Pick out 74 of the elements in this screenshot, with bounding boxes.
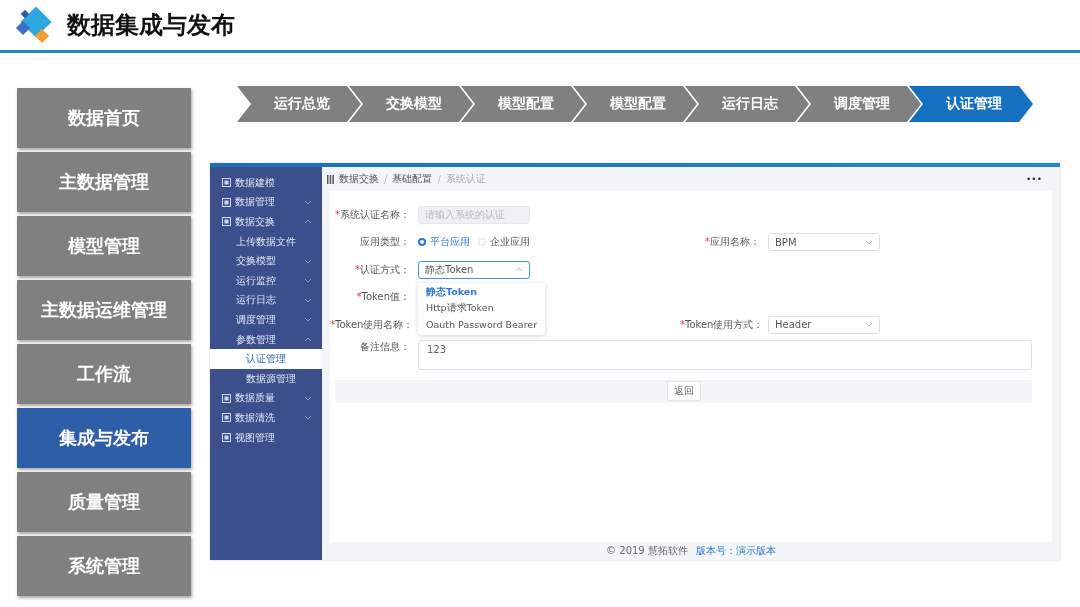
chevron-icon <box>304 395 312 401</box>
sidebar-item[interactable]: 运行日志 <box>210 290 322 311</box>
chevron-icon <box>304 199 312 205</box>
nav-button[interactable]: 工作流 <box>17 344 191 404</box>
textarea-field[interactable]: 123 <box>418 339 1032 370</box>
chevron-icon <box>304 297 312 303</box>
dropdown-option[interactable]: Oauth Password Bearer <box>418 316 538 333</box>
radio-option[interactable]: 企业应用 <box>478 235 530 249</box>
slide-title: 数据集成与发布 <box>67 10 235 41</box>
version-text: 版本号：演示版本 <box>695 544 776 558</box>
caret-icon <box>865 239 873 245</box>
sidebar-item[interactable]: 运行监控 <box>210 270 322 291</box>
menu-icon <box>222 413 231 423</box>
select-field[interactable]: BPM <box>768 233 880 251</box>
field-label: *认证方式： <box>354 262 410 277</box>
breadcrumb-item[interactable]: 数据交换 <box>339 172 379 186</box>
process-step[interactable]: 交换模型 <box>349 86 473 122</box>
process-step[interactable]: 运行日志 <box>685 86 809 122</box>
back-button[interactable]: 返回 <box>666 381 701 401</box>
caret-icon <box>865 322 873 327</box>
caret-icon <box>515 267 523 272</box>
field-label: 备注信息： <box>359 339 410 354</box>
chevron-icon <box>304 219 312 225</box>
sidebar-item[interactable]: 数据建模 <box>210 173 322 193</box>
process-step[interactable]: 模型配置 <box>573 86 697 122</box>
process-step[interactable]: 运行总览 <box>237 86 361 122</box>
menu-icon <box>222 197 231 207</box>
sidebar-item[interactable]: 数据交换 <box>210 212 322 232</box>
field-label: *应用名称： <box>704 235 760 249</box>
chevron-icon <box>304 415 312 421</box>
breadcrumb-item[interactable]: 基础配置 <box>392 172 433 186</box>
select-field[interactable]: Header <box>768 315 880 334</box>
more-button[interactable]: ••• <box>1026 174 1042 184</box>
nav-button[interactable]: 集成与发布 <box>17 408 191 468</box>
copyright-text: © 2019 慧拓软件 <box>606 544 688 558</box>
sidebar-item[interactable]: 上传数据文件 <box>210 231 322 252</box>
process-step[interactable]: 模型配置 <box>461 86 585 122</box>
field-label: *Token使用方式： <box>680 317 760 332</box>
select-field[interactable]: 静态Token <box>418 260 530 279</box>
menu-icon <box>222 178 231 188</box>
process-step[interactable]: 调度管理 <box>797 86 921 122</box>
field-label: *Token使用名称： <box>330 317 410 332</box>
breadcrumb-separator: / <box>437 173 441 185</box>
sidebar-item[interactable]: 数据源管理 <box>210 368 322 389</box>
field-label: 应用类型： <box>359 235 410 249</box>
nav-button[interactable]: 数据首页 <box>17 88 191 148</box>
sidebar-item[interactable]: 调度管理 <box>210 310 322 330</box>
sidebar-item[interactable]: 视图管理 <box>210 427 322 448</box>
breadcrumb-separator: / <box>384 173 388 185</box>
sidebar-item[interactable]: 交换模型 <box>210 251 322 271</box>
menu-icon <box>222 393 231 403</box>
sidebar-item[interactable]: 认证管理 <box>210 349 322 369</box>
radio-option[interactable]: 平台应用 <box>418 235 470 249</box>
sidebar-item[interactable]: 参数管理 <box>210 329 322 350</box>
menu-icon <box>222 217 231 227</box>
menu-icon[interactable] <box>327 174 334 184</box>
nav-button[interactable]: 质量管理 <box>17 472 191 532</box>
dropdown-option[interactable]: Http请求Token <box>418 300 494 317</box>
chevron-icon <box>304 337 312 343</box>
chevron-icon <box>304 258 312 264</box>
sidebar-item[interactable]: 数据清洗 <box>210 408 322 428</box>
sidebar-item[interactable]: 数据质量 <box>210 388 322 409</box>
menu-icon <box>222 433 231 442</box>
sidebar-item[interactable]: 数据管理 <box>210 192 322 213</box>
process-step[interactable]: 认证管理 <box>909 86 1033 122</box>
field-label: *Token值： <box>355 290 410 304</box>
nav-button[interactable]: 系统管理 <box>17 536 191 596</box>
nav-button[interactable]: 主数据管理 <box>17 152 191 212</box>
nav-button[interactable]: 模型管理 <box>17 216 191 276</box>
dropdown-option[interactable]: 静态Token <box>418 284 477 301</box>
field-label: *系统认证名称： <box>334 207 410 222</box>
chevron-icon <box>304 278 312 284</box>
nav-button[interactable]: 主数据运维管理 <box>17 280 191 340</box>
chevron-icon <box>304 317 312 323</box>
